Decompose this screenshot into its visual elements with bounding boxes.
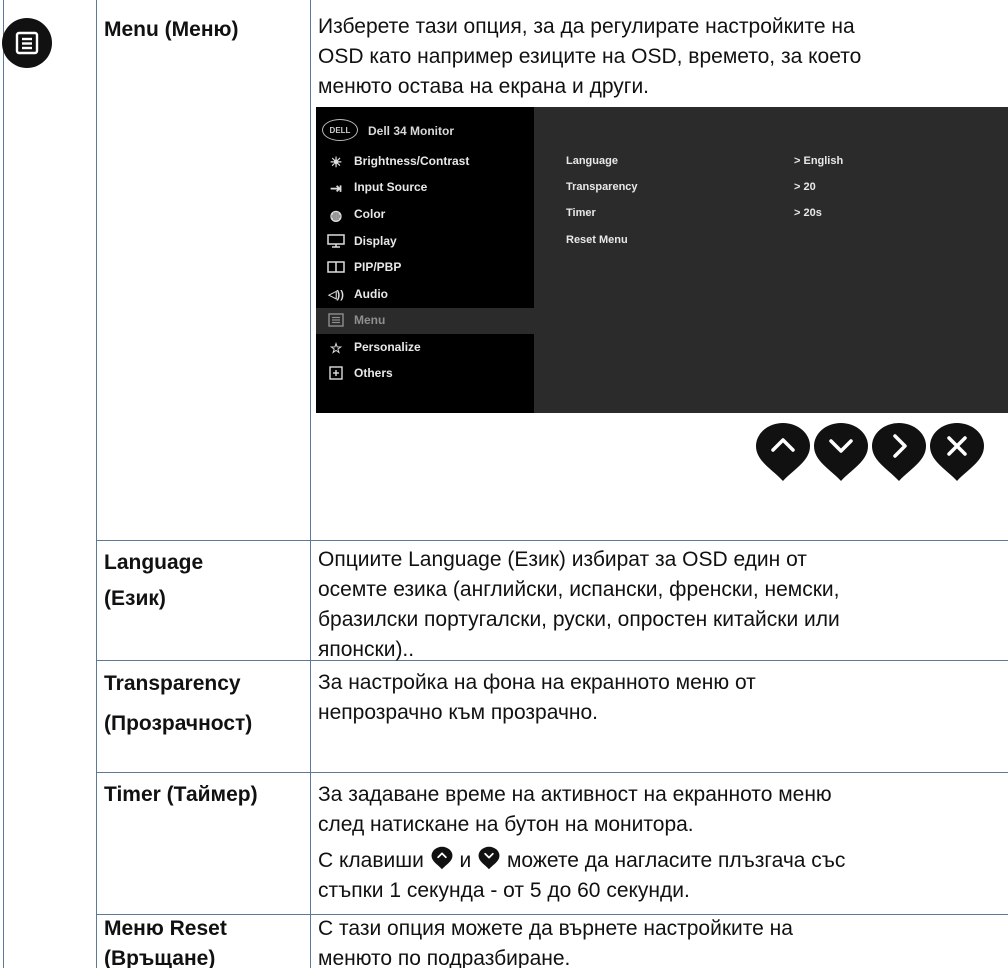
osd-screenshot: DELL Dell 34 Monitor ☀ Brightness/Contra… (316, 107, 1008, 413)
osd-title: Dell 34 Monitor (368, 124, 455, 138)
term-transparency: Transparency (Прозрачност) (104, 666, 252, 742)
osd-item-label: Brightness/Contrast (354, 154, 470, 168)
star-icon: ☆ (329, 340, 343, 356)
osd-item-label: Display (354, 234, 397, 248)
osd-setting-timer[interactable]: Timer (566, 207, 596, 219)
right-icon[interactable] (870, 421, 928, 483)
osd-item-label: Menu (354, 313, 386, 327)
desc-line: непрозрачно към прозрачно. (318, 701, 599, 724)
osd-item-label: Personalize (354, 340, 421, 354)
desc-line: японски).. (318, 638, 415, 661)
input-source-icon: ⇥ (330, 180, 342, 196)
manual-page: Menu (Меню) Изберете тази опция, за да р… (0, 0, 1008, 968)
desc-line: За настройка на фона на екранното меню о… (318, 671, 756, 694)
osd-value-timer: > 20s (794, 207, 822, 219)
row-divider (96, 772, 1008, 773)
term-line: Language (104, 551, 204, 574)
osd-item-others[interactable]: Others (316, 361, 534, 387)
osd-item-label: PIP/PBP (354, 260, 402, 274)
osd-item-pip-pbp[interactable]: PIP/PBP (316, 255, 534, 281)
term-line: Transparency (104, 672, 241, 695)
desc-line: За задаване време на активност на екранн… (318, 783, 832, 806)
osd-value-language: > English (794, 155, 844, 167)
osd-item-label: Input Source (354, 180, 428, 194)
desc-reset: С тази опция можете да върнете настройки… (318, 914, 793, 968)
osd-item-label: Color (354, 207, 386, 221)
dell-logo: DELL (322, 119, 358, 141)
up-icon[interactable] (754, 421, 812, 483)
term-timer: Timer (Таймер) (104, 783, 258, 806)
up-icon (431, 846, 453, 870)
osd-value-transparency: > 20 (794, 181, 816, 193)
osd-item-menu[interactable]: Menu (316, 308, 534, 334)
menu-icon (326, 313, 346, 329)
osd-item-label: Audio (354, 287, 388, 301)
term-line: (Връщане) (104, 947, 216, 968)
others-icon (326, 366, 346, 382)
osd-setting-language[interactable]: Language (566, 155, 618, 167)
desc-line: бразилски португалски, руски, опростен к… (318, 608, 840, 631)
desc-menu: Изберете тази опция, за да регулирате на… (318, 12, 861, 102)
desc-line: менюто остава на екрана и други. (318, 75, 650, 98)
osd-item-input-source[interactable]: ⇥ Input Source (316, 175, 534, 201)
audio-icon: ◁)) (328, 289, 344, 301)
term-line: (Прозрачност) (104, 712, 253, 735)
desc-line: OSD като например езиците на OSD, времет… (318, 45, 862, 68)
color-icon: ◍ (329, 207, 343, 223)
brightness-icon: ☀ (329, 154, 343, 170)
osd-item-brightness[interactable]: ☀ Brightness/Contrast (316, 149, 534, 175)
down-icon (478, 846, 500, 870)
pip-pbp-icon (326, 260, 346, 276)
term-menu: Menu (Меню) (104, 18, 239, 41)
term-reset: Меню Reset (Връщане) (104, 914, 227, 968)
desc-line: след натискане на бутон на монитора. (318, 813, 694, 836)
desc-transparency: За настройка на фона на екранното меню о… (318, 668, 756, 728)
osd-setting-reset-menu[interactable]: Reset Menu (566, 234, 628, 246)
osd-item-label: Others (354, 366, 393, 380)
osd-menu-panel: DELL Dell 34 Monitor ☀ Brightness/Contra… (316, 107, 534, 413)
osd-item-audio[interactable]: ◁)) Audio (316, 282, 534, 308)
desc-line: осемте езика (английски, испански, френс… (318, 578, 840, 601)
term-line: (Език) (104, 587, 166, 610)
osd-settings-list: Language > English Transparency > 20 Tim… (534, 107, 1008, 413)
row-divider (96, 540, 1008, 541)
desc-timer: За задаване време на активност на екранн… (318, 780, 845, 906)
desc-line: Опциите Language (Език) избират за OSD е… (318, 548, 807, 571)
table-border-col2 (310, 0, 311, 968)
osd-setting-transparency[interactable]: Transparency (566, 181, 638, 193)
osd-item-color[interactable]: ◍ Color (316, 202, 534, 228)
desc-language: Опциите Language (Език) избират за OSD е… (318, 545, 840, 665)
desc-line: С клавиши и можете да нагласите плъзгача… (318, 846, 845, 876)
close-icon[interactable] (928, 421, 986, 483)
osd-item-personalize[interactable]: ☆ Personalize (316, 335, 534, 361)
desc-line: стъпки 1 секунда - от 5 до 60 секунди. (318, 879, 690, 902)
term-line: Меню Reset (104, 917, 227, 940)
table-border-left (3, 0, 4, 968)
menu-icon (2, 18, 52, 68)
desc-line: менюто по подразбиране. (318, 947, 571, 968)
desc-line: С тази опция можете да върнете настройки… (318, 917, 793, 940)
table-border-col1 (96, 0, 97, 968)
term-language: Language (Език) (104, 545, 203, 617)
display-icon (326, 234, 346, 250)
down-icon[interactable] (812, 421, 870, 483)
desc-line: Изберете тази опция, за да регулирате на… (318, 15, 855, 38)
osd-item-display[interactable]: Display (316, 229, 534, 255)
